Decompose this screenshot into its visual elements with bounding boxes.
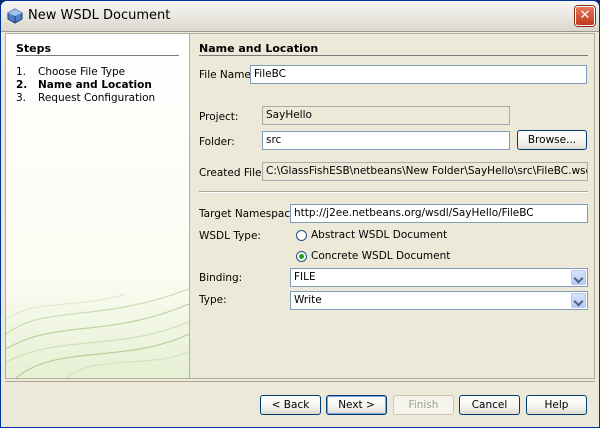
close-button[interactable]: ✕ [575, 6, 595, 26]
cancel-button[interactable]: Cancel [459, 395, 520, 415]
type-label: Type: [199, 294, 227, 306]
chevron-down-icon[interactable] [571, 293, 586, 308]
created-file-field: C:\GlassFishESB\netbeans\New Folder\SayH… [262, 162, 588, 181]
project-field: SayHello [262, 106, 510, 125]
step-name-and-location: 2. Name and Location [16, 79, 152, 91]
folder-input[interactable]: src [262, 131, 510, 150]
step-choose-file-type: 1. Choose File Type [16, 66, 125, 78]
steps-panel: Steps 1. Choose File Type 2. Name and Loca… [6, 34, 190, 378]
project-label: Project: [199, 111, 239, 123]
step-number: 1. [16, 66, 27, 78]
wizard-content: Steps 1. Choose File Type 2. Name and Loca… [5, 33, 595, 379]
wsdl-type-label: WSDL Type: [199, 230, 261, 242]
window-title: New WSDL Document [28, 8, 171, 23]
file-name-label: File Name: [199, 69, 255, 81]
created-file-label: Created File: [199, 167, 265, 179]
file-name-input[interactable]: FileBC [250, 65, 587, 84]
concrete-wsdl-label[interactable]: Concrete WSDL Document [311, 250, 450, 262]
close-icon: ✕ [579, 8, 591, 23]
abstract-wsdl-radio[interactable] [296, 230, 307, 241]
step-number: 2. [16, 79, 28, 91]
title-bar[interactable]: New WSDL Document ✕ [1, 1, 599, 32]
step-label: Name and Location [38, 79, 152, 91]
binding-value: FILE [294, 271, 316, 283]
steps-title: Steps [16, 42, 52, 55]
main-panel: Name and Location File Name: FileBC Proj… [190, 34, 594, 378]
binding-label: Binding: [199, 272, 243, 284]
wsdl-document-icon [7, 8, 23, 24]
step-request-configuration: 3. Request Configuration [16, 92, 155, 104]
section-divider [199, 55, 588, 56]
back-button[interactable]: < Back [260, 395, 321, 415]
binding-select[interactable]: FILE [290, 268, 588, 287]
finish-button: Finish [393, 395, 454, 415]
section-title: Name and Location [199, 42, 319, 55]
chevron-down-icon[interactable] [571, 270, 586, 285]
steps-divider [16, 55, 179, 56]
next-button[interactable]: Next > [326, 395, 387, 415]
form-separator [199, 191, 588, 193]
abstract-wsdl-label[interactable]: Abstract WSDL Document [311, 229, 447, 241]
concrete-wsdl-radio[interactable] [296, 251, 307, 262]
target-namespace-label: Target Namespace: [199, 208, 301, 220]
step-label: Choose File Type [38, 66, 126, 78]
folder-label: Folder: [199, 136, 235, 148]
help-button[interactable]: Help [526, 395, 587, 415]
step-label: Request Configuration [38, 92, 156, 104]
step-number: 3. [16, 92, 27, 104]
footer-separator [5, 381, 595, 382]
browse-button[interactable]: Browse... [517, 130, 587, 150]
type-select[interactable]: Write [290, 291, 588, 310]
target-namespace-input[interactable]: http://j2ee.netbeans.org/wsdl/SayHello/F… [290, 204, 588, 223]
wizard-window: New WSDL Document ✕ Steps 1. Choose File… [0, 0, 600, 428]
type-value: Write [294, 294, 322, 306]
